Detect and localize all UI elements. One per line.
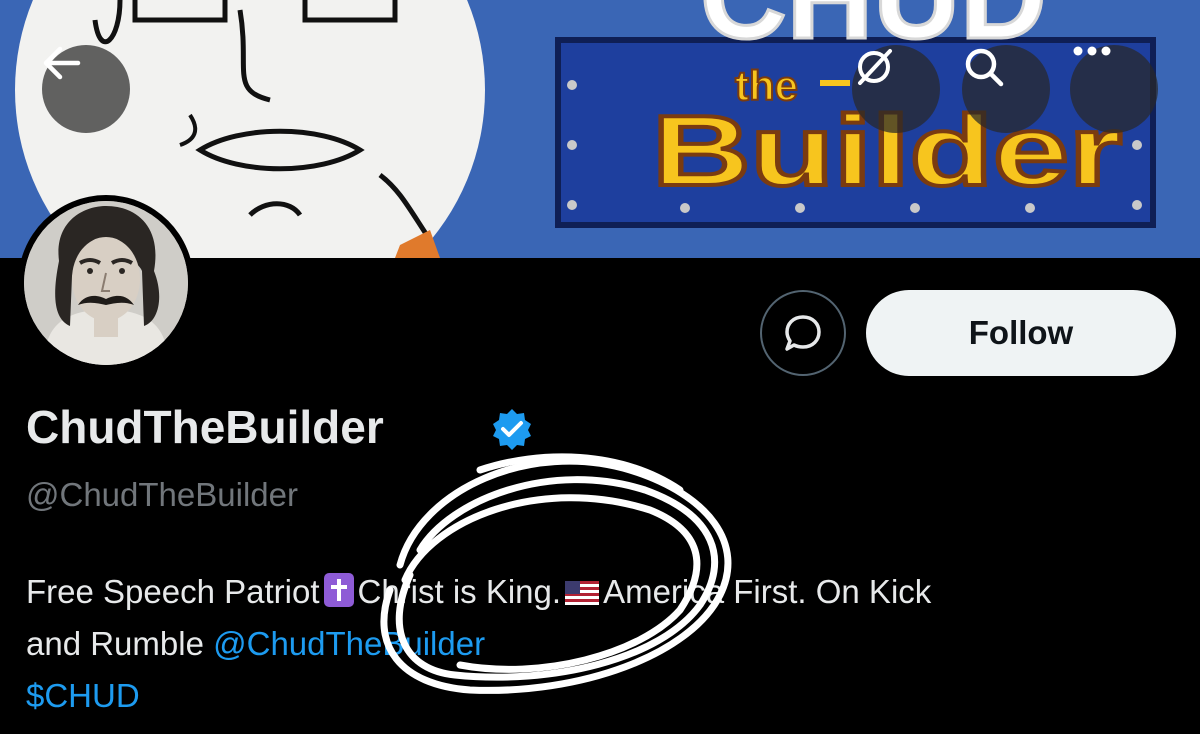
bio: Free Speech Patriot Christ is King. Americ… <box>26 566 1186 722</box>
message-button[interactable] <box>760 290 846 376</box>
profile-banner[interactable]: CHUD the Builder <box>0 0 1200 258</box>
bio-text: and Rumble <box>26 625 214 662</box>
search-button[interactable] <box>962 45 1050 133</box>
more-icon <box>1073 46 1111 56</box>
bio-text: Free Speech Patriot <box>26 573 320 610</box>
arrow-left-icon <box>43 46 81 80</box>
handle: @ChudTheBuilder <box>26 476 298 513</box>
back-button[interactable] <box>42 45 130 133</box>
message-icon <box>785 315 821 351</box>
verified-badge-icon[interactable] <box>490 407 534 451</box>
more-button[interactable] <box>1070 45 1158 133</box>
grok-button[interactable] <box>852 45 940 133</box>
cross-emoji-icon <box>323 573 354 607</box>
bio-mention-link[interactable]: @ChudTheBuilder <box>213 625 485 662</box>
search-icon <box>965 48 1004 87</box>
display-name: ChudTheBuilder <box>26 401 384 453</box>
grok-icon <box>858 49 892 85</box>
bio-cashtag-link[interactable]: $CHUD <box>26 677 140 714</box>
avatar-photo <box>24 201 188 365</box>
bio-text: Christ is King. <box>357 573 562 610</box>
us-flag-emoji-icon <box>565 581 600 605</box>
bio-text: America First. On Kick <box>603 573 932 610</box>
follow-button[interactable]: Follow <box>866 290 1176 376</box>
avatar[interactable] <box>18 195 194 371</box>
